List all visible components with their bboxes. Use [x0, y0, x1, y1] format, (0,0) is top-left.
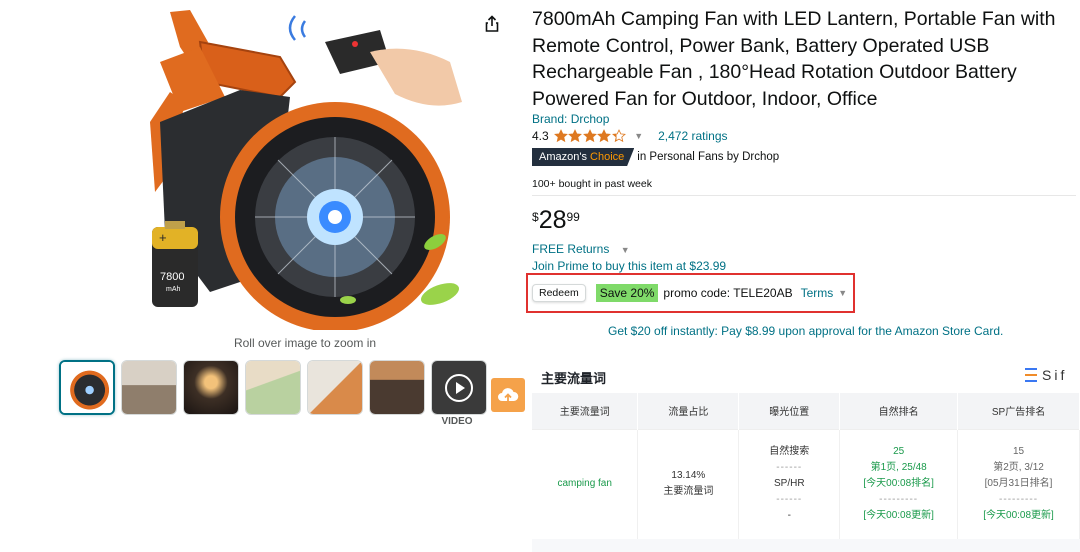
- column-header: 流量占比: [637, 393, 740, 429]
- star-rating[interactable]: [553, 129, 627, 143]
- share-cell: 13.14% 主要流量词: [637, 428, 740, 539]
- free-returns-link[interactable]: FREE Returns ▼: [532, 242, 630, 256]
- rating-value: 4.3: [532, 129, 549, 143]
- thumbnail-5[interactable]: [307, 360, 363, 415]
- share-button[interactable]: [478, 10, 506, 38]
- amazons-choice-badge: Amazon's Choice: [532, 148, 635, 166]
- traffic-share: 13.14%: [671, 470, 706, 482]
- keyword-cell[interactable]: camping fan: [532, 428, 639, 539]
- thumbnail-2[interactable]: [121, 360, 177, 415]
- sp-rank-time: [05月31日排名]: [984, 478, 1053, 490]
- share-icon: [485, 15, 499, 32]
- dashed-divider: ---------: [999, 494, 1039, 506]
- price-whole: 28: [538, 206, 567, 234]
- traffic-share-label: 主要流量词: [663, 486, 714, 498]
- terms-link[interactable]: Terms: [801, 286, 834, 300]
- main-product-image[interactable]: + 7800 mAh: [90, 2, 490, 332]
- save-badge: Save 20%: [595, 284, 659, 302]
- thumbnail-6[interactable]: [369, 360, 425, 415]
- table-row: camping fan 13.14% 主要流量词 自然搜索 ------ SP/…: [532, 428, 1080, 539]
- svg-text:+: +: [159, 230, 167, 245]
- keyword-panel-header: 主要流量词 Sif: [532, 355, 1080, 393]
- column-header: 曝光位置: [738, 393, 841, 429]
- column-header: 主要流量词: [532, 393, 639, 429]
- price-symbol: $: [532, 210, 539, 224]
- battery-unit-text: mAh: [166, 286, 181, 293]
- free-returns-label: FREE Returns: [532, 242, 610, 256]
- join-prime-link[interactable]: Join Prime to buy this item at $23.99: [532, 259, 726, 273]
- keyword-panel: 主要流量词 Sif 主要流量词 流量占比 曝光位置 自然排名 SP广告排名 ca…: [532, 355, 1080, 552]
- sif-logo[interactable]: Sif: [1025, 367, 1067, 383]
- chevron-down-icon[interactable]: ▼: [634, 131, 643, 141]
- exposure-other: -: [787, 510, 791, 522]
- thumbnail-1[interactable]: [59, 360, 115, 415]
- star-icon: [568, 129, 583, 143]
- chevron-down-icon[interactable]: ▼: [838, 288, 847, 298]
- exposure-sp: SP/HR: [773, 478, 805, 490]
- star-icon: [611, 129, 626, 143]
- thumbnail-video[interactable]: [431, 360, 487, 415]
- brand-link[interactable]: Brand: Drchop: [532, 112, 609, 126]
- dashed-divider: ------: [776, 462, 803, 474]
- organic-rank[interactable]: 25: [840, 444, 957, 460]
- column-header: SP广告排名: [957, 393, 1080, 429]
- organic-update-time: [今天00:08更新]: [863, 510, 934, 522]
- divider: [532, 195, 1076, 196]
- column-header: 自然排名: [839, 393, 959, 429]
- ratings-count-link[interactable]: 2,472 ratings: [658, 129, 727, 143]
- cloud-upload-button[interactable]: [491, 378, 525, 412]
- video-label: VIDEO: [441, 416, 473, 427]
- keyword-link[interactable]: camping fan: [557, 478, 611, 489]
- organic-rank-time: [今天00:08排名]: [863, 478, 934, 490]
- sp-rank[interactable]: 15: [958, 444, 1079, 460]
- bought-past-week: 100+ bought in past week: [532, 178, 652, 190]
- star-icon: [553, 129, 568, 143]
- store-card-offer-link[interactable]: Get $20 off instantly: Pay $8.99 upon ap…: [608, 324, 1003, 338]
- sif-logo-text: Sif: [1042, 367, 1068, 383]
- sif-logo-icon: [1025, 368, 1037, 382]
- star-icon: [582, 129, 597, 143]
- rating-row: 4.3 ▼ 2,472 ratings: [532, 128, 728, 144]
- redeem-button[interactable]: Redeem: [532, 284, 586, 302]
- table-header-row: 主要流量词 流量占比 曝光位置 自然排名 SP广告排名: [532, 393, 1080, 429]
- play-icon: [445, 373, 473, 402]
- dashed-divider: ---------: [879, 494, 919, 506]
- chevron-down-icon: ▼: [620, 245, 630, 255]
- promo-row: Redeem Save 20% promo code: TELE20AB Ter…: [532, 283, 847, 303]
- sp-page: 第2页, 3/12: [993, 462, 1044, 474]
- thumbnail-3[interactable]: [183, 360, 239, 415]
- sp-rank-cell: 15 第2页, 3/12 [05月31日排名] --------- [今天00:…: [957, 428, 1080, 539]
- product-title: 7800mAh Camping Fan with LED Lantern, Po…: [532, 8, 1056, 110]
- cloud-upload-icon: [498, 388, 519, 402]
- organic-page: 第1页, 25/48: [870, 462, 927, 474]
- exposure-organic: 自然搜索: [769, 446, 810, 458]
- keyword-panel-title: 主要流量词: [541, 371, 607, 386]
- organic-rank-cell: 25 第1页, 25/48 [今天00:08排名] --------- [今天0…: [839, 428, 959, 539]
- price: $ 28 99: [532, 206, 580, 234]
- promo-code-text: promo code: TELE20AB: [663, 286, 793, 300]
- amazons-choice-row: Amazon's Choice in Personal Fans by Drch…: [532, 148, 779, 166]
- price-fraction: 99: [566, 210, 580, 224]
- keyword-table: 主要流量词 流量占比 曝光位置 自然排名 SP广告排名 camping fan …: [532, 393, 1080, 539]
- battery-capacity-text: 7800: [160, 271, 184, 283]
- exposure-cell: 自然搜索 ------ SP/HR ------ -: [738, 428, 841, 539]
- zoom-hint: Roll over image to zoom in: [233, 336, 377, 350]
- thumbnail-4[interactable]: [245, 360, 301, 415]
- choice-category: in Personal Fans by Drchop: [637, 151, 780, 163]
- sp-update-time: [今天00:08更新]: [983, 510, 1054, 522]
- dashed-divider: ------: [776, 494, 803, 506]
- star-icon: [597, 129, 612, 143]
